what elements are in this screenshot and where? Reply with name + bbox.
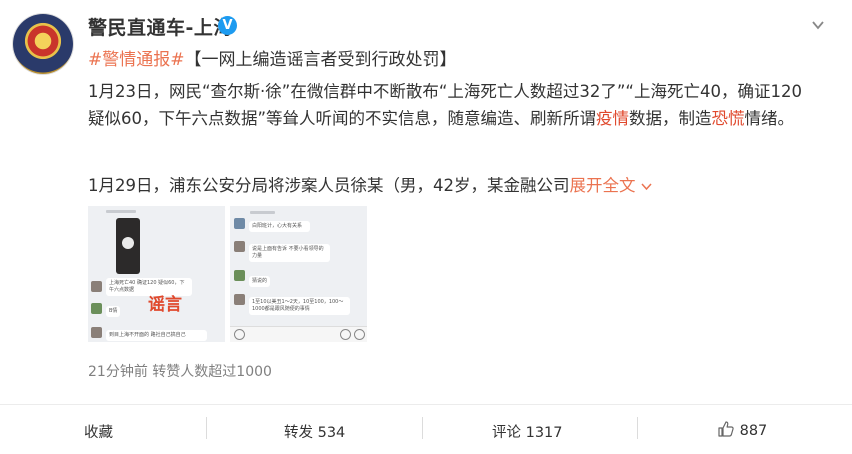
chat-avatar [91,281,102,292]
chevron-down-icon[interactable] [811,18,825,32]
emoji-icon [340,329,351,340]
chevron-down-icon [641,183,652,191]
like-button[interactable]: 887 [718,421,767,439]
hashtag-link[interactable]: #警情通报# [88,50,185,70]
username[interactable]: 警民直通车-上海 [88,13,233,40]
play-icon [122,237,134,249]
verified-badge-icon: V [218,16,237,35]
chat-avatar [234,270,245,281]
chat-bubble: 1至10以美丑1～2天，10至100，100～1000都是跟风随便的事情 [249,297,350,315]
divider [0,404,852,405]
post-title: 【一网上编造谣言者受到行政处罚】 [184,50,457,70]
divider [422,417,423,439]
post-paragraph-2: 1月29日，浦东公安分局将涉案人员徐某（男，42岁，某金融公司展开全文 [88,172,828,199]
repost-button[interactable]: 转发 534 [284,421,345,442]
divider [637,417,638,439]
chat-bubble: B情 [106,306,121,317]
rumor-stamp: 谣言 [148,295,182,315]
text-span: 数据，制造 [629,109,712,128]
expand-full-text-link[interactable]: 展开全文 [570,176,652,195]
chat-bubble: 说是上面有告诉 不要小看领导的力量 [249,244,330,262]
post-line: 1月23日，网民“查尔斯·徐”在微信群中不断散布“上海死亡人数超过32了”“上海… [88,82,802,101]
like-count: 887 [739,423,768,439]
plus-icon [354,329,365,340]
post-image-1[interactable]: 上海死亡40 确证120 疑似60，下午六点数据 谣言 B情 到目上海不开面的 … [88,206,225,342]
post-image-2[interactable]: 白阳班计，心大有关系 说是上面有告诉 不要小看领导的力量 猜说的 1至10以美丑… [230,206,367,342]
post-paragraph-1: 1月23日，网民“查尔斯·徐”在微信群中不断散布“上海死亡人数超过32了”“上海… [88,78,828,132]
expand-label: 展开全文 [569,176,636,195]
engagement-note: 转赞人数超过1000 [152,364,272,380]
chat-bubble: 到目上海不开面的 路社自己搞自己 [106,330,207,341]
chat-avatar [234,218,245,229]
text-span: 疑似60，下午六点数据”等耸人听闻的不实信息，随意编造、刷新所谓 [88,109,597,128]
chat-avatar [91,303,102,314]
post-meta: 21分钟前 转赞人数超过1000 [88,361,272,381]
keyword-link[interactable]: 恐慌 [712,109,745,128]
keyword-link[interactable]: 疫情 [596,109,629,128]
post-line: 疑似60，下午六点数据”等耸人听闻的不实信息，随意编造、刷新所谓疫情数据，制造恐… [88,105,828,132]
favorite-button[interactable]: 收藏 [84,421,113,442]
comment-button[interactable]: 评论 1317 [492,421,563,442]
post-time: 21分钟前 [88,364,148,380]
chat-sender-name [250,211,275,214]
chat-sender-name [106,210,136,213]
chat-avatar [91,327,102,338]
thumbs-up-icon [718,421,734,437]
chat-bubble: 白阳班计，心大有关系 [249,221,310,232]
voice-icon [234,329,245,340]
chat-avatar [234,294,245,305]
text-span: 情绪。 [744,109,795,128]
avatar[interactable] [13,14,73,74]
chat-avatar [234,241,245,252]
post-line: 1月29日，浦东公安分局将涉案人员徐某（男，42岁，某金融公司 [88,176,570,195]
chat-bubble: 猜说的 [249,276,271,287]
divider [206,417,207,439]
post-headline: #警情通报#【一网上编造谣言者受到行政处罚】 [88,45,457,70]
chat-input-bar [230,326,367,342]
